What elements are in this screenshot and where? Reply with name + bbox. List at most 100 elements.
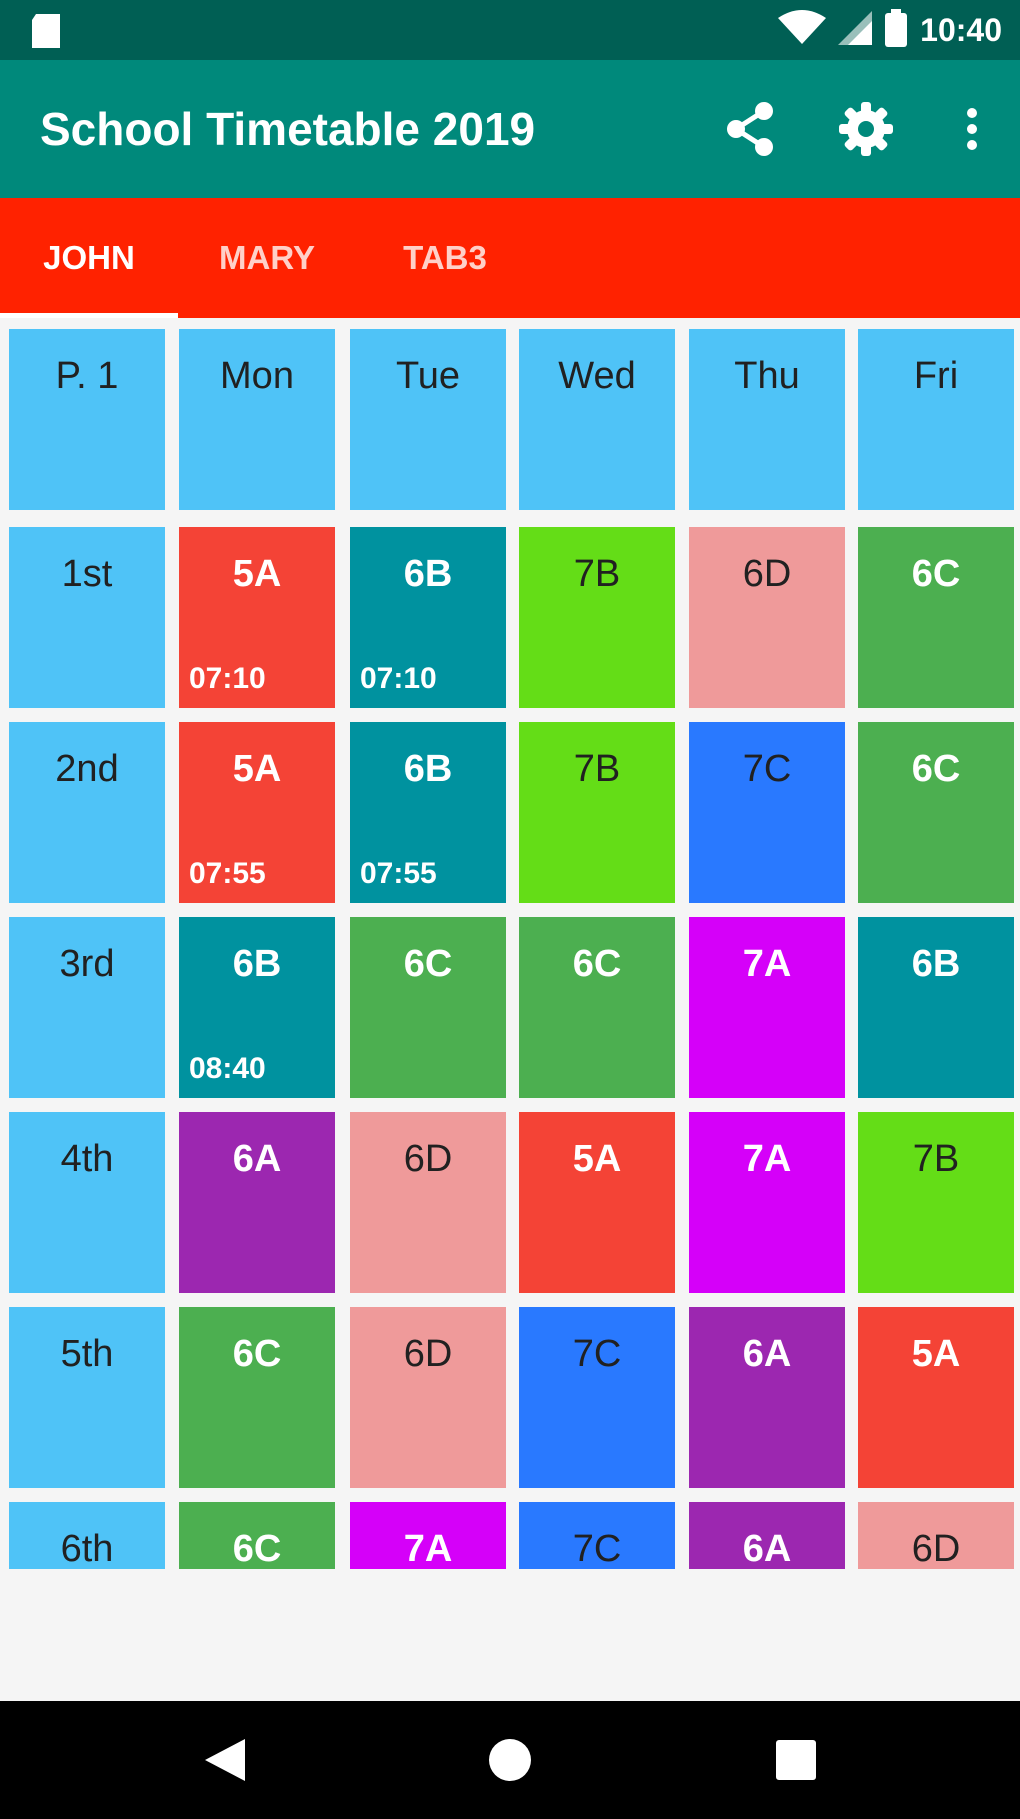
period-label-cell: 2nd (9, 722, 165, 903)
cell-label: 6C (232, 1528, 282, 1569)
back-button[interactable] (166, 1701, 284, 1819)
home-button[interactable] (451, 1701, 569, 1819)
lesson-cell[interactable]: 7A (689, 1112, 845, 1293)
overflow-menu-button[interactable] (924, 71, 1020, 187)
lesson-cell[interactable]: 6C (179, 1502, 335, 1569)
cell-label: 7B (573, 748, 621, 790)
lesson-cell[interactable]: 6C (858, 722, 1014, 903)
day-header-wed: Wed (519, 329, 675, 510)
day-header-tue: Tue (350, 329, 506, 510)
lesson-cell[interactable]: 6A (689, 1502, 845, 1569)
sd-card-icon (30, 14, 62, 53)
period-label-cell: 1st (9, 527, 165, 708)
cell-label: 7A (742, 1138, 792, 1180)
lesson-cell[interactable]: 5A (858, 1307, 1014, 1488)
status-icons: 10:40 (778, 8, 1002, 52)
cell-label: 6A (232, 1138, 282, 1180)
cell-label: Tue (395, 355, 461, 397)
tab-john[interactable]: JOHN (0, 198, 178, 318)
cell-label: Wed (558, 355, 636, 397)
cell-time: 07:55 (189, 857, 266, 890)
cell-label: 6C (911, 553, 961, 595)
lesson-cell[interactable]: 7C (689, 722, 845, 903)
cell-label: 5A (232, 748, 282, 790)
day-header-mon: Mon (179, 329, 335, 510)
lesson-cell[interactable]: 6B 08:40 (179, 917, 335, 1098)
lesson-cell[interactable]: 7A (689, 917, 845, 1098)
cell-time: 08:40 (189, 1052, 266, 1085)
wifi-icon (778, 9, 827, 51)
lesson-cell[interactable]: 6B (858, 917, 1014, 1098)
lesson-cell[interactable]: 6C (179, 1307, 335, 1488)
lesson-cell[interactable]: 6A (179, 1112, 335, 1293)
share-button[interactable] (692, 71, 808, 187)
lesson-cell[interactable]: 7B (858, 1112, 1014, 1293)
battery-icon (884, 8, 908, 52)
day-header-fri: Fri (858, 329, 1014, 510)
recents-button[interactable] (737, 1701, 855, 1819)
signal-icon (838, 10, 873, 50)
cell-label: 7A (742, 943, 792, 985)
settings-gear-icon (839, 102, 893, 156)
cell-label: 6D (742, 553, 792, 595)
cell-label: 6th (60, 1528, 114, 1569)
lesson-cell[interactable]: 7C (519, 1307, 675, 1488)
cell-label: Mon (220, 355, 294, 397)
period-label-cell: 3rd (9, 917, 165, 1098)
period-label-cell: 6th (9, 1502, 165, 1569)
cell-label: 5A (572, 1138, 622, 1180)
timetable-grid: P. 1 Mon Tue Wed Thu Fri 1st 5A 07:10 6B 07:10 7B 6D… (9, 329, 1015, 1569)
lesson-cell[interactable]: 6B 07:55 (350, 722, 506, 903)
lesson-cell[interactable]: 5A (519, 1112, 675, 1293)
lesson-cell[interactable]: 6A (689, 1307, 845, 1488)
cell-label: 6B (232, 943, 282, 985)
cell-label: 6B (403, 748, 453, 790)
period-label-cell: 4th (9, 1112, 165, 1293)
share-icon (727, 102, 773, 156)
cell-time: 07:10 (189, 662, 266, 695)
lesson-cell[interactable]: 6D (858, 1502, 1014, 1569)
recents-icon (776, 1740, 816, 1780)
cell-label: 6A (742, 1528, 792, 1569)
tab-bar: JOHN MARY TAB3 (0, 198, 1020, 318)
lesson-cell[interactable]: 6B 07:10 (350, 527, 506, 708)
cell-label: 6C (911, 748, 961, 790)
cell-time: 07:55 (360, 857, 437, 890)
lesson-cell[interactable]: 6C (350, 917, 506, 1098)
cell-label: 6B (911, 943, 961, 985)
cell-label: 6A (742, 1333, 792, 1375)
cell-label: 5A (911, 1333, 961, 1375)
lesson-cell[interactable]: 7B (519, 527, 675, 708)
app-title: School Timetable 2019 (40, 103, 536, 155)
cell-label: 7B (573, 553, 621, 595)
lesson-cell[interactable]: 6D (350, 1307, 506, 1488)
cell-label: 6C (572, 943, 622, 985)
cell-label: 7C (572, 1333, 622, 1375)
more-vert-icon (967, 108, 977, 150)
cell-time: 07:10 (360, 662, 437, 695)
lesson-cell[interactable]: 7C (519, 1502, 675, 1569)
tab-tab3[interactable]: TAB3 (356, 198, 534, 318)
home-icon (489, 1739, 531, 1781)
lesson-cell[interactable]: 6C (858, 527, 1014, 708)
lesson-cell[interactable]: 5A 07:55 (179, 722, 335, 903)
back-icon (205, 1739, 245, 1781)
tab-mary[interactable]: MARY (178, 198, 356, 318)
lesson-cell[interactable]: 6C (519, 917, 675, 1098)
cell-label: 5th (60, 1333, 114, 1375)
cell-label: 1st (61, 553, 113, 595)
cell-label: 7B (912, 1138, 960, 1180)
cell-label: 6D (403, 1138, 453, 1180)
cell-label: 2nd (55, 748, 119, 790)
cell-label: 7C (742, 748, 792, 790)
cell-label: P. 1 (55, 355, 119, 397)
lesson-cell[interactable]: 6D (689, 527, 845, 708)
cell-label: 3rd (59, 943, 115, 985)
settings-button[interactable] (808, 71, 924, 187)
lesson-cell[interactable]: 5A 07:10 (179, 527, 335, 708)
lesson-cell[interactable]: 7B (519, 722, 675, 903)
lesson-cell[interactable]: 7A (350, 1502, 506, 1569)
navigation-bar (0, 1701, 1020, 1819)
cell-label: 5A (232, 553, 282, 595)
lesson-cell[interactable]: 6D (350, 1112, 506, 1293)
